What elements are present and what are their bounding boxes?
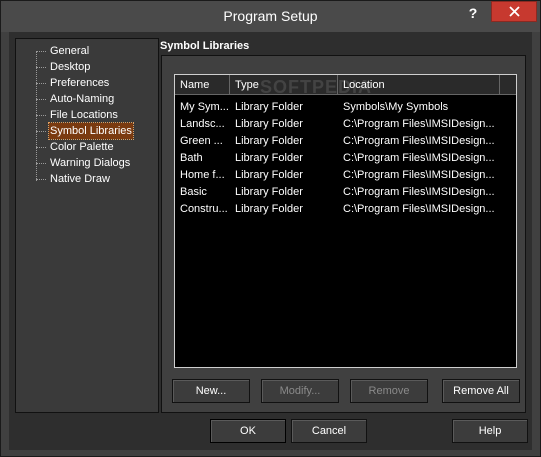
tree-branch-line	[36, 83, 46, 84]
modify-button[interactable]: Modify...	[261, 379, 339, 403]
cell-type: Library Folder	[235, 203, 303, 215]
program-setup-window: Program Setup ? General Desktop Preference…	[0, 0, 541, 457]
cell-type: Library Folder	[235, 101, 303, 113]
window-title: Program Setup	[223, 8, 318, 24]
tree-item-desktop[interactable]: Desktop	[16, 59, 156, 75]
tree-branch-line	[36, 131, 46, 132]
title-bar[interactable]: Program Setup ?	[1, 1, 540, 32]
cell-name: Home f...	[180, 169, 225, 181]
panel-title: Symbol Libraries	[160, 40, 250, 52]
close-icon	[508, 6, 520, 17]
cell-type: Library Folder	[235, 118, 303, 130]
tree-item-label: Auto-Naming	[50, 93, 115, 105]
ok-button[interactable]: OK	[210, 419, 286, 443]
tree-item-label: Preferences	[50, 77, 110, 89]
remove-all-button[interactable]: Remove All	[442, 379, 520, 403]
cell-location: C:\Program Files\IMSIDesign...	[343, 203, 495, 215]
tree-item-label: Symbol Libraries	[48, 122, 134, 140]
tree-branch-line	[36, 99, 46, 100]
tree-branch-line	[36, 147, 46, 148]
cell-location: C:\Program Files\IMSIDesign...	[343, 186, 495, 198]
tree-item-auto-naming[interactable]: Auto-Naming	[16, 91, 156, 107]
close-button[interactable]	[491, 1, 537, 22]
cell-location: C:\Program Files\IMSIDesign...	[343, 169, 495, 181]
library-list[interactable]: Name Type Location SOFTPEDIA My Sym... Li…	[174, 74, 517, 368]
tree-item-label: Native Draw	[50, 173, 110, 185]
tree-item-native-draw[interactable]: Native Draw	[16, 171, 156, 187]
tree-item-color-palette[interactable]: Color Palette	[16, 139, 156, 155]
tree-item-general[interactable]: General	[16, 43, 156, 59]
table-row[interactable]: Landsc... Library Folder C:\Program Files\…	[175, 116, 516, 133]
table-row[interactable]: Home f... Library Folder C:\Program Files\…	[175, 167, 516, 184]
cancel-button[interactable]: Cancel	[291, 419, 367, 443]
tree-item-symbol-libraries[interactable]: Symbol Libraries	[16, 122, 156, 140]
column-header-filler	[500, 75, 516, 95]
tree-item-preferences[interactable]: Preferences	[16, 75, 156, 91]
watermark: SOFTPEDIA	[260, 77, 373, 97]
cell-location: C:\Program Files\IMSIDesign...	[343, 135, 495, 147]
tree-item-label: File Locations	[50, 109, 118, 121]
table-row[interactable]: Constru... Library Folder C:\Program Files…	[175, 201, 516, 218]
tree-item-file-locations[interactable]: File Locations	[16, 107, 156, 123]
cell-name: Basic	[180, 186, 207, 198]
table-row[interactable]: My Sym... Library Folder Symbols\My Symbol…	[175, 99, 516, 116]
cell-type: Library Folder	[235, 135, 303, 147]
help-button[interactable]: Help	[452, 419, 528, 443]
cell-type: Library Folder	[235, 169, 303, 181]
new-button[interactable]: New...	[172, 379, 250, 403]
tree-item-label: Warning Dialogs	[50, 157, 131, 169]
tree-branch-line	[36, 51, 46, 52]
tree-branch-line	[36, 115, 46, 116]
tree-item-label: General	[50, 45, 90, 57]
tree-item-label: Color Palette	[50, 141, 114, 153]
dialog-body: General Desktop Preferences Auto-Naming File…	[9, 32, 532, 450]
cell-name: Landsc...	[180, 118, 225, 130]
settings-tree[interactable]: General Desktop Preferences Auto-Naming File…	[15, 38, 159, 413]
cell-type: Library Folder	[235, 186, 303, 198]
table-row[interactable]: Basic Library Folder C:\Program Files\IMSI…	[175, 184, 516, 201]
cell-location: Symbols\My Symbols	[343, 101, 449, 113]
cell-location: C:\Program Files\IMSIDesign...	[343, 152, 495, 164]
cell-name: My Sym...	[180, 101, 229, 113]
cell-location: C:\Program Files\IMSIDesign...	[343, 118, 495, 130]
table-row[interactable]: Bath Library Folder C:\Program Files\IMSID…	[175, 150, 516, 167]
cell-name: Constru...	[180, 203, 228, 215]
tree-item-label: Desktop	[50, 61, 91, 73]
tree-item-warning-dialogs[interactable]: Warning Dialogs	[16, 155, 156, 171]
tree-branch-line	[36, 67, 46, 68]
remove-button[interactable]: Remove	[350, 379, 428, 403]
table-row[interactable]: Green ... Library Folder C:\Program Files\…	[175, 133, 516, 150]
cell-type: Library Folder	[235, 152, 303, 164]
cell-name: Bath	[180, 152, 203, 164]
column-header-name[interactable]: Name	[175, 75, 230, 95]
cell-name: Green ...	[180, 135, 223, 147]
help-question-icon[interactable]: ?	[464, 5, 482, 23]
tree-branch-line	[36, 179, 46, 180]
tree-branch-line	[36, 163, 46, 164]
